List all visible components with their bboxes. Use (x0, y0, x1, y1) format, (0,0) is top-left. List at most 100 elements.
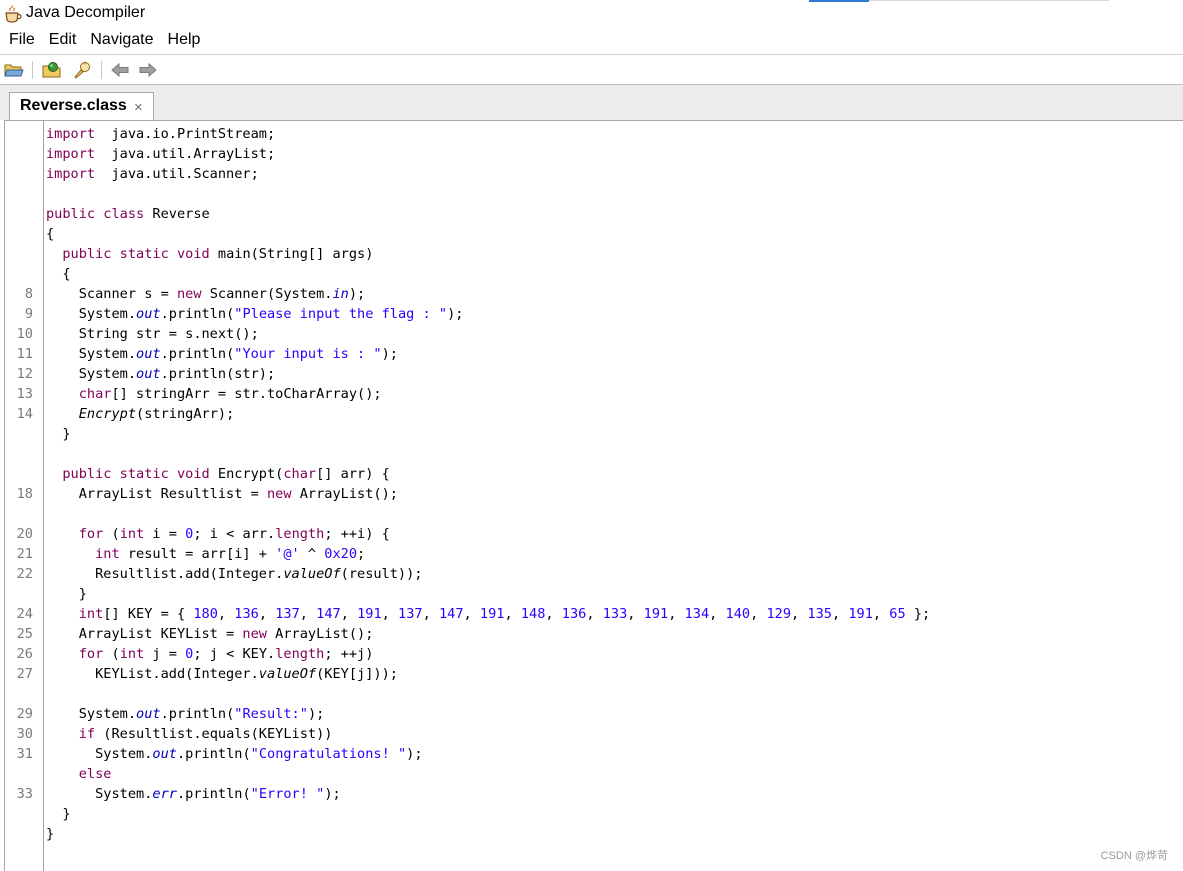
code-token: , (381, 606, 399, 622)
external-window-edge-secondary (869, 0, 1109, 1)
line-number: 30 (16, 726, 33, 742)
code-token: 180 (193, 606, 218, 622)
code-token: System. (46, 786, 153, 802)
code-token: in (332, 286, 349, 302)
menu-navigate[interactable]: Navigate (90, 29, 153, 54)
coffee-cup-icon (3, 5, 23, 23)
code-token: } (46, 806, 71, 822)
code-token: i = (144, 526, 186, 542)
code-token: import (46, 146, 96, 162)
code-token: 0x20 (324, 546, 358, 562)
code-token: , (463, 606, 480, 622)
code-line: Encrypt(stringArr); (46, 404, 235, 424)
code-line: } (46, 584, 87, 604)
code-token: result = arr[i] + (119, 546, 276, 562)
search-icon[interactable] (71, 59, 93, 81)
code-token: int (119, 646, 145, 662)
code-token: , (258, 606, 276, 622)
code-token: [] KEY = { (103, 606, 194, 622)
code-token: 147 (316, 606, 341, 622)
code-token: new (176, 286, 202, 302)
line-number: 25 (16, 626, 33, 642)
code-token: ); (307, 706, 325, 722)
code-line: System.out.println(str); (46, 364, 275, 384)
code-token: Encrypt (78, 406, 137, 422)
code-token: (stringArr); (136, 406, 235, 422)
line-number-gutter: 8 9 10 11 12 13 14 18 20 21 22 24 25 26 27 29 30 31 33 (5, 121, 44, 871)
code-token: [] arr) { (316, 466, 390, 482)
code-line: char[] stringArr = str.toCharArray(); (46, 384, 382, 404)
forward-arrow-icon[interactable] (137, 59, 159, 81)
code-token: valueOf (258, 666, 317, 682)
line-number: 8 (24, 286, 33, 302)
code-line: Scanner s = new Scanner(System.in); (46, 284, 365, 304)
tab-reverse-class[interactable]: Reverse.class × (9, 92, 154, 122)
code-token: "Please input the flag : " (234, 306, 448, 322)
line-number: 9 (24, 306, 33, 322)
line-number: 14 (16, 406, 33, 422)
code-line: { (46, 264, 70, 284)
code-token: "Your input is : " (234, 346, 382, 362)
code-token: java.io.PrintStream; (95, 126, 276, 142)
line-number: 18 (16, 486, 33, 502)
code-token: 140 (725, 606, 751, 622)
code-token: valueOf (283, 566, 341, 582)
code-line: for (int i = 0; i < arr.length; ++i) { (46, 524, 390, 544)
code-token: System. (46, 346, 137, 362)
menu-help[interactable]: Help (168, 29, 201, 54)
code-token: .println(str); (160, 366, 276, 382)
code-token: 191 (479, 606, 505, 622)
code-line: public class Reverse (46, 204, 210, 224)
open-file-icon[interactable] (3, 59, 25, 81)
code-line: import java.util.ArrayList; (46, 144, 275, 164)
tab-bar: Reverse.class × (0, 84, 1183, 122)
code-token: 136 (234, 606, 259, 622)
watermark: CSDN @烨苛 (1100, 850, 1168, 862)
code-line: import java.util.Scanner; (46, 164, 259, 184)
code-token: ; i < arr. (193, 526, 276, 542)
code-area[interactable]: import java.io.PrintStream; import java.u… (46, 121, 1176, 871)
menu-file[interactable]: File (9, 29, 35, 54)
code-line: System.out.println("Please input the fla… (46, 304, 464, 324)
code-line: import java.io.PrintStream; (46, 124, 275, 144)
code-line: System.out.println("Result:"); (46, 704, 325, 724)
code-token: , (299, 606, 317, 622)
code-token: public static void (62, 246, 210, 262)
menu-bar: File Edit Navigate Help (0, 29, 1183, 54)
code-token: 137 (398, 606, 423, 622)
back-arrow-icon[interactable] (109, 59, 131, 81)
code-token: 133 (602, 606, 628, 622)
code-token: .println( (160, 306, 235, 322)
toolbar-separator (101, 61, 102, 79)
code-line: } (46, 424, 70, 444)
code-token: ArrayList KEYList = (46, 626, 243, 642)
code-token: else (78, 766, 112, 782)
tab-label: Reverse.class (20, 97, 127, 114)
close-icon[interactable]: × (134, 99, 143, 116)
code-token: ); (381, 346, 398, 362)
code-editor[interactable]: 8 9 10 11 12 13 14 18 20 21 22 24 25 26 27 29 30 31 33 imp… (4, 120, 1183, 871)
code-token: new (266, 486, 292, 502)
code-token: ArrayList(); (291, 486, 398, 502)
code-line: public static void main(String[] args) (46, 244, 373, 264)
code-line: KEYList.add(Integer.valueOf(KEY[j])); (46, 664, 398, 684)
menu-edit[interactable]: Edit (49, 29, 77, 54)
line-number: 22 (16, 566, 33, 582)
open-type-icon[interactable] (41, 59, 63, 81)
code-token: , (586, 606, 603, 622)
code-token: , (422, 606, 439, 622)
external-window-edge (809, 0, 869, 2)
code-token: int (119, 526, 145, 542)
code-token: length (275, 526, 325, 542)
code-token: 137 (275, 606, 300, 622)
code-token: String str = s.next(); (46, 326, 259, 342)
code-token: , (504, 606, 521, 622)
code-token: out (136, 706, 161, 722)
code-token: 135 (807, 606, 832, 622)
